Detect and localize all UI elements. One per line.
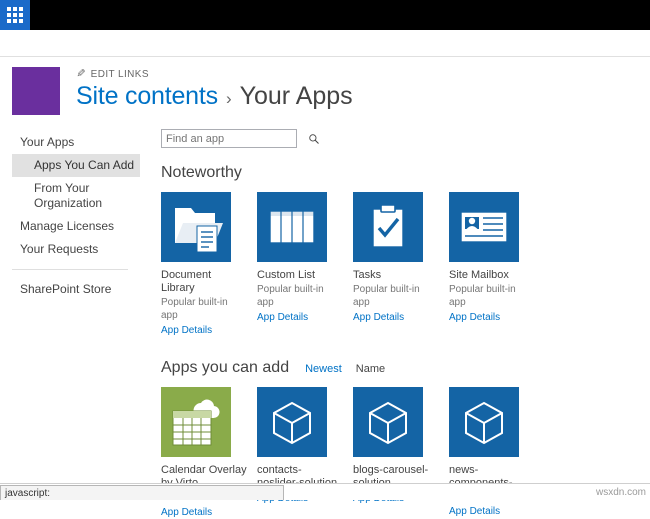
watermark: wsxdn.com [595,487,646,498]
content-area: Your Apps Apps You Can Add From Your Org… [0,129,650,519]
app-tile-title: Tasks [353,269,382,281]
app-launcher-icon [7,7,23,23]
tasks-icon [353,192,423,262]
search-box[interactable] [161,129,319,148]
cube-icon [257,387,327,457]
cube-icon [353,387,423,457]
site-logo [12,67,60,115]
noteworthy-tile-row: Document Library Popular built-in app Ap… [161,192,640,337]
app-details-link[interactable]: App Details [353,311,425,324]
status-bar: javascript: [0,483,650,500]
page-title: Your Apps [239,82,353,110]
breadcrumb: Site contents › Your Apps [76,82,650,111]
left-navigation: Your Apps Apps You Can Add From Your Org… [12,129,140,519]
sidebar-item-sharepoint-store[interactable]: SharePoint Store [12,278,140,301]
apps-you-can-add-header: Apps you can add Newest Name [161,359,640,377]
custom-list-icon [257,192,327,262]
pencil-icon: ✎ [76,68,86,80]
app-tile-subtitle: Popular built-in app [449,284,516,308]
app-details-link[interactable]: App Details [161,324,233,337]
calendar-overlay-icon [161,387,231,457]
sidebar-item-from-your-organization[interactable]: From Your Organization [12,177,140,215]
app-details-link[interactable]: App Details [257,311,329,324]
app-tile-document-library[interactable]: Document Library Popular built-in app Ap… [161,192,233,337]
apps-you-can-add-heading: Apps you can add [161,359,290,376]
search-input[interactable] [166,132,308,145]
status-bar-text: javascript: [0,484,284,500]
app-tile-title: Site Mailbox [449,269,509,281]
sort-newest-link[interactable]: Newest [305,363,342,375]
app-details-link[interactable]: App Details [449,311,521,324]
site-mailbox-icon [449,192,519,262]
sidebar-item-your-apps[interactable]: Your Apps [12,131,140,154]
app-tile-title: Document Library [161,269,212,294]
breadcrumb-site-contents[interactable]: Site contents [76,82,218,111]
cube-icon [449,387,519,457]
app-tile-subtitle: Popular built-in app [257,284,324,308]
app-tile-custom-list[interactable]: Custom List Popular built-in app App Det… [257,192,329,337]
app-tile-subtitle: Popular built-in app [353,284,420,308]
app-tile-subtitle: Popular built-in app [161,297,228,321]
app-details-link[interactable]: App Details [449,505,521,518]
main-panel: Noteworthy Document Library Popu [140,129,650,519]
page-header: ✎ EDIT LINKS Site contents › Your Apps [0,57,650,115]
app-tile-title: Custom List [257,269,316,281]
sidebar-item-your-requests[interactable]: Your Requests [12,238,140,261]
document-library-icon [161,192,231,262]
edit-links-label: EDIT LINKS [90,69,149,80]
sidebar-divider [12,269,128,270]
app-tile-site-mailbox[interactable]: Site Mailbox Popular built-in app App De… [449,192,521,337]
suite-bar [0,0,650,30]
breadcrumb-separator: › [225,89,232,108]
app-details-link[interactable]: App Details [161,506,233,519]
noteworthy-heading: Noteworthy [161,164,242,181]
sidebar-item-apps-you-can-add[interactable]: Apps You Can Add [12,154,140,177]
sidebar-item-manage-licenses[interactable]: Manage Licenses [12,215,140,238]
search-icon[interactable] [308,133,320,145]
edit-links-button[interactable]: ✎ EDIT LINKS [76,68,650,80]
ribbon-bar [0,30,650,57]
app-launcher-button[interactable] [0,0,30,30]
app-tile-tasks[interactable]: Tasks Popular built-in app App Details [353,192,425,337]
sort-name-link[interactable]: Name [356,363,385,375]
